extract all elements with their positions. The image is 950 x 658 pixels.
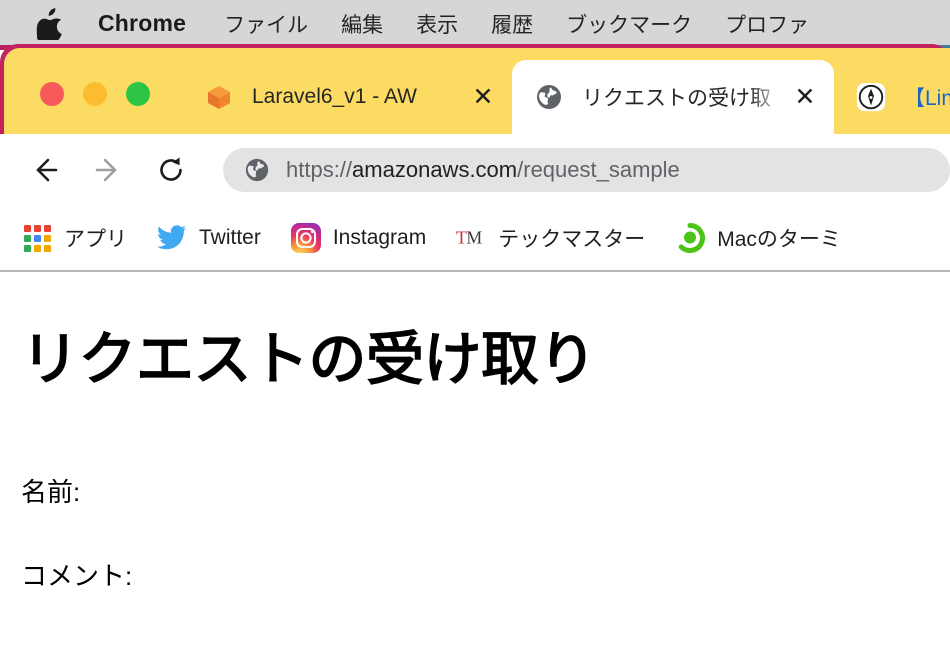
menu-app-name[interactable]: Chrome bbox=[98, 10, 186, 37]
close-tab-button[interactable]: ✕ bbox=[790, 82, 820, 112]
tab-title: リクエストの受け取 bbox=[582, 87, 771, 110]
tab-line-article[interactable]: 【Lin bbox=[834, 60, 950, 134]
address-bar[interactable]: https://amazonaws.com/request_sample bbox=[223, 148, 950, 192]
tab-title: 【Lin bbox=[904, 87, 950, 110]
menu-item-profiles[interactable]: プロファ bbox=[725, 9, 809, 39]
traffic-light-controls bbox=[40, 82, 150, 106]
menu-item-view[interactable]: 表示 bbox=[416, 9, 458, 39]
instagram-icon bbox=[290, 223, 321, 253]
globe-icon bbox=[534, 82, 564, 112]
url-path: /request_sample bbox=[517, 157, 680, 182]
menu-item-bookmarks[interactable]: ブックマーク bbox=[566, 9, 692, 39]
maximize-window-button[interactable] bbox=[126, 82, 150, 106]
globe-icon bbox=[243, 156, 271, 184]
pen-nib-icon bbox=[856, 82, 886, 112]
apple-logo-icon[interactable] bbox=[36, 7, 62, 40]
bookmark-twitter[interactable]: Twitter bbox=[157, 223, 261, 253]
svg-text:M: M bbox=[467, 228, 483, 248]
url-host: amazonaws.com bbox=[352, 157, 518, 182]
bookmarks-bar: アプリ Twitter Instagram T M テックマスター Macのター… bbox=[0, 206, 950, 270]
tm-icon: T M bbox=[456, 223, 486, 253]
bookmark-label: テックマスター bbox=[498, 228, 646, 251]
macos-menu-bar: Chrome ファイル 編集 表示 履歴 ブックマーク プロファ bbox=[0, 0, 950, 47]
tab-title: Laravel6_v1 - AW bbox=[252, 85, 417, 108]
page-title: リクエストの受け取り bbox=[21, 327, 597, 392]
aws-cube-icon bbox=[204, 82, 234, 112]
bookmark-techmaster[interactable]: T M テックマスター bbox=[456, 223, 645, 253]
menu-item-history[interactable]: 履歴 bbox=[491, 9, 533, 39]
bookmark-label: Twitter bbox=[199, 226, 261, 249]
apps-grid-icon bbox=[22, 223, 52, 253]
back-button[interactable] bbox=[22, 147, 68, 193]
tab-strip: Laravel6_v1 - AW ✕ リクエストの受け取 ✕ 【Lin bbox=[4, 48, 950, 134]
url-text: https://amazonaws.com/request_sample bbox=[286, 157, 680, 183]
green-circle-icon bbox=[675, 223, 706, 253]
svg-text:T: T bbox=[456, 228, 467, 248]
bookmark-label: Instagram bbox=[332, 226, 427, 249]
browser-window: Laravel6_v1 - AW ✕ リクエストの受け取 ✕ 【Lin http… bbox=[0, 44, 950, 658]
browser-toolbar: https://amazonaws.com/request_sample bbox=[0, 134, 950, 206]
bookmark-label: アプリ bbox=[64, 228, 127, 251]
twitter-bird-icon bbox=[157, 223, 187, 253]
minimize-window-button[interactable] bbox=[83, 82, 107, 106]
comment-label: コメント: bbox=[21, 560, 133, 591]
bookmark-instagram[interactable]: Instagram bbox=[290, 223, 427, 253]
tab-request-receive[interactable]: リクエストの受け取 ✕ bbox=[512, 60, 834, 134]
page-content: リクエストの受け取り 名前: コメント: bbox=[0, 272, 950, 658]
forward-button[interactable] bbox=[85, 147, 131, 193]
reload-button[interactable] bbox=[148, 147, 194, 193]
bookmark-apps[interactable]: アプリ bbox=[22, 223, 127, 253]
close-tab-button[interactable]: ✕ bbox=[468, 82, 498, 112]
tab-laravel6-v1[interactable]: Laravel6_v1 - AW ✕ bbox=[182, 60, 512, 134]
tab-list: Laravel6_v1 - AW ✕ リクエストの受け取 ✕ 【Lin bbox=[182, 60, 950, 134]
menu-item-edit[interactable]: 編集 bbox=[341, 9, 383, 39]
screenshot-root: Chrome ファイル 編集 表示 履歴 ブックマーク プロファ Laravel… bbox=[0, 0, 950, 658]
bookmark-mac-terminal[interactable]: Macのターミ bbox=[675, 223, 841, 253]
name-label: 名前: bbox=[21, 476, 81, 507]
url-scheme: https:// bbox=[286, 157, 353, 182]
menu-item-file[interactable]: ファイル bbox=[224, 9, 308, 39]
close-window-button[interactable] bbox=[40, 82, 64, 106]
bookmark-label: Macのターミ bbox=[717, 228, 841, 251]
